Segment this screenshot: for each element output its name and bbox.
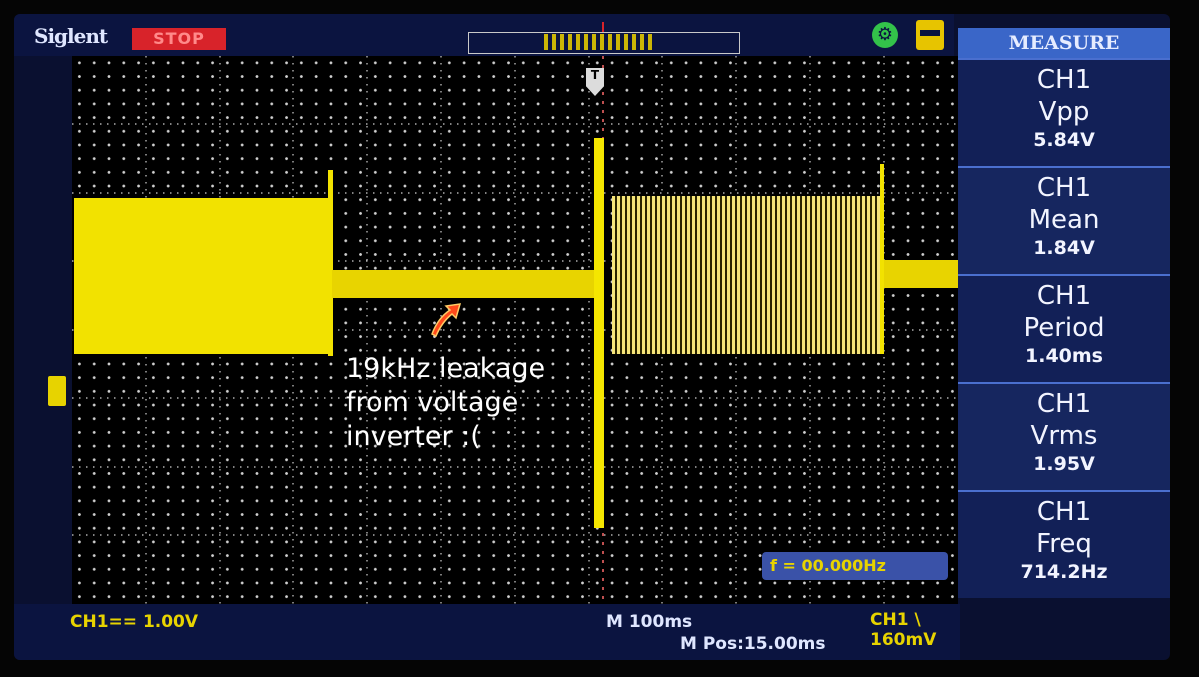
measure-value: 1.40ms <box>1025 345 1103 367</box>
trace-segment-high <box>74 198 332 354</box>
annotation-line: from voltage <box>346 387 519 418</box>
measure-name: Vrms <box>1030 421 1098 451</box>
annotation-line: 19kHz leakage <box>346 353 546 384</box>
trigger-frequency-readout: f = 00.000Hz <box>762 552 948 580</box>
measure-channel: CH1 <box>1036 173 1092 203</box>
status-bar: Siglent STOP ⚙ <box>14 14 954 56</box>
measure-item-vrms[interactable]: CH1 Vrms 1.95V <box>958 382 1170 490</box>
measure-item-freq[interactable]: CH1 Freq 714.2Hz <box>958 490 1170 598</box>
brand-logo: Siglent <box>34 24 108 48</box>
measure-channel: CH1 <box>1036 389 1092 419</box>
trigger-position-tick <box>602 22 604 32</box>
usb-icon: ⚙ <box>872 22 898 48</box>
trigger-level-readout[interactable]: CH1 \ 160mV <box>870 610 960 650</box>
printer-icon[interactable] <box>916 20 944 50</box>
measure-channel: CH1 <box>1036 497 1092 527</box>
measure-panel: MEASURE CH1 Vpp 5.84V CH1 Mean 1.84V CH1… <box>958 28 1170 608</box>
measure-name: Freq <box>1036 529 1092 559</box>
measure-value: 1.84V <box>1033 237 1095 259</box>
trace-spike <box>594 138 604 528</box>
bottom-status-bar: CH1== 1.00V M 100ms CH1 \ 160mV M Pos:15… <box>14 604 960 660</box>
measure-name: Mean <box>1028 205 1100 235</box>
measure-channel: CH1 <box>1036 281 1092 311</box>
measure-value: 5.84V <box>1033 129 1095 151</box>
horizontal-position-readout[interactable]: M Pos:15.00ms <box>680 634 826 654</box>
measure-title: MEASURE <box>958 28 1170 58</box>
measure-value: 714.2Hz <box>1020 561 1108 583</box>
trace-segment-leakage <box>332 270 594 298</box>
arrow-icon <box>431 303 462 338</box>
memory-window-indicator <box>544 34 656 50</box>
measure-item-mean[interactable]: CH1 Mean 1.84V <box>958 166 1170 274</box>
annotation-text: 19kHz leakage from voltage inverter :( <box>346 352 545 454</box>
measure-item-period[interactable]: CH1 Period 1.40ms <box>958 274 1170 382</box>
measure-name: Period <box>1023 313 1105 343</box>
timebase-readout[interactable]: M 100ms <box>606 612 692 632</box>
scope-screen: Siglent STOP ⚙ T 19kHz leakage from volt… <box>14 14 1170 660</box>
annotation-line: inverter :( <box>346 421 481 452</box>
ch1-scale-readout[interactable]: CH1== 1.00V <box>70 612 198 632</box>
measure-value: 1.95V <box>1033 453 1095 475</box>
measure-name: Vpp <box>1038 97 1090 127</box>
measure-channel: CH1 <box>1036 65 1092 95</box>
run-state-badge[interactable]: STOP <box>132 28 226 50</box>
ch1-offset-marker[interactable] <box>48 376 66 406</box>
measure-item-vpp[interactable]: CH1 Vpp 5.84V <box>958 58 1170 166</box>
waveform-display <box>72 56 958 604</box>
